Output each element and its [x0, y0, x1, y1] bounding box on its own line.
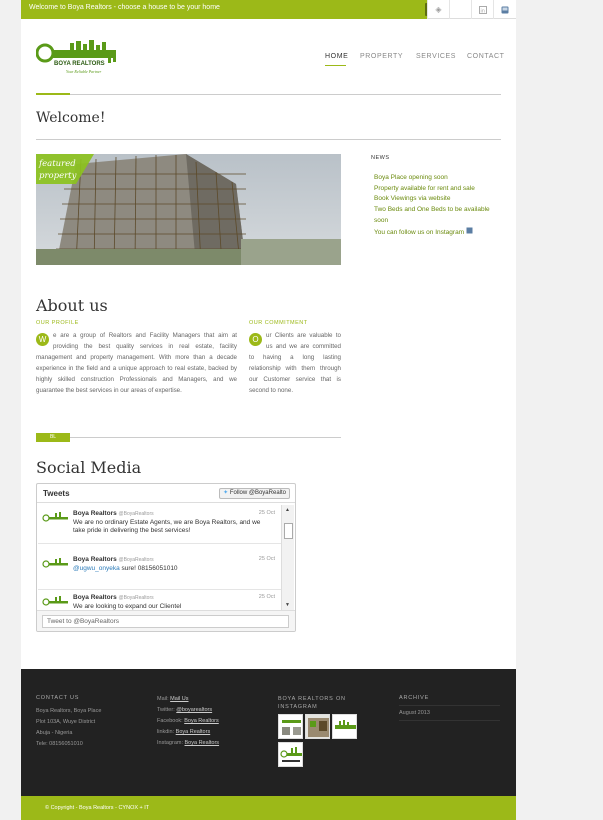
divider	[399, 720, 500, 721]
news-item: Book Viewings via website	[374, 195, 451, 203]
archive-heading: ARCHIVE	[399, 695, 430, 701]
twitter-widget: Tweets ✦ Follow @BoyaRealto Boya Realtor…	[36, 483, 296, 632]
divider	[70, 437, 341, 438]
tweet[interactable]: Boya Realtors @BoyaRealtors 25 Oct We ar…	[38, 505, 281, 544]
mail-link[interactable]: Mail Us	[170, 696, 188, 702]
page-title: Welcome!	[36, 110, 106, 126]
instagram-icon[interactable]	[493, 0, 515, 19]
dropcap: W	[36, 333, 49, 346]
archive-item[interactable]: August 2013	[399, 708, 430, 719]
divider-accent	[36, 93, 70, 95]
news-item: Property available for rent and sale	[374, 184, 475, 192]
linkedin-icon[interactable]: in	[471, 0, 493, 19]
profile-text: We are a group of Realtors and Facility …	[36, 332, 237, 394]
tweet[interactable]: Boya Realtors @BoyaRealtors 25 Oct @ugwu…	[38, 551, 281, 590]
news-item: Boya Place opening soon	[374, 174, 448, 181]
logo-tagline: Your Reliable Partner	[66, 69, 102, 74]
archive-list: August 2013	[399, 708, 430, 719]
site-logo[interactable]: BOYA REALTORS Your Reliable Partner	[35, 40, 118, 78]
divider	[399, 705, 500, 706]
scroll-down-icon: ▼	[285, 602, 290, 608]
instagram-thumbnail[interactable]	[305, 714, 330, 739]
widget-header: Tweets ✦ Follow @BoyaRealto	[37, 484, 295, 503]
scroll-up-icon: ▲	[285, 507, 290, 513]
twitter-link[interactable]: @boyarealtors	[176, 707, 212, 713]
nav-services[interactable]: SERVICES	[416, 53, 456, 60]
nav-property[interactable]: PROPERTY	[360, 53, 403, 60]
instagram-thumbnail[interactable]	[332, 714, 357, 739]
avatar	[42, 557, 70, 573]
widget-title: Tweets	[43, 489, 70, 498]
tweet-input[interactable]: Tweet to @BoyaRealtors	[42, 615, 289, 628]
welcome-text: Welcome to Boya Realtors - choose a hous…	[29, 4, 220, 11]
news-item: You can follow us on Instagram	[374, 227, 494, 239]
twitter-bird-icon: ✦	[223, 490, 229, 496]
avatar	[42, 595, 70, 611]
social-heading: Social Media	[36, 458, 142, 477]
instagram-link[interactable]: Boya Realtors	[185, 740, 220, 746]
credit-link[interactable]: CYNOX + IT	[118, 805, 149, 811]
section-tag: BL	[36, 433, 70, 442]
tag-icon[interactable]: ◈	[427, 0, 449, 19]
svg-text:in: in	[480, 8, 484, 14]
scroll-thumb[interactable]	[284, 523, 293, 539]
avatar	[42, 511, 70, 527]
logo-name: BOYA REALTORS	[54, 61, 105, 67]
commitment-text: Our Clients are valuable to us and we ar…	[249, 332, 341, 394]
divider	[36, 94, 501, 95]
dropcap: O	[249, 333, 262, 346]
news-list: Boya Place opening soon Property availab…	[374, 173, 494, 238]
nav-contact[interactable]: CONTACT	[467, 53, 505, 60]
contact-info: Boya Realtors, Boya Place Plot 103A, Wuy…	[36, 708, 102, 747]
twitter-icon[interactable]	[449, 0, 471, 19]
instagram-thumbnail[interactable]	[278, 742, 303, 767]
social-icons-bar: ◈ in	[427, 0, 516, 19]
widget-scrollbar[interactable]: ▲ ▼	[281, 505, 294, 610]
follow-button[interactable]: ✦ Follow @BoyaRealto	[219, 488, 290, 499]
widget-footer: Tweet to @BoyaRealtors	[37, 610, 295, 631]
site-link[interactable]: Boya Realtors	[79, 805, 114, 811]
instagram-thumbnail[interactable]	[278, 714, 303, 739]
news-heading: NEWS	[371, 155, 390, 161]
about-heading: About us	[36, 296, 108, 315]
copyright-text: © Copyright - Boya Realtors - CYNOX + IT	[45, 805, 150, 811]
news-item: Two Beds and One Beds to be available so…	[374, 206, 490, 224]
nav-active-underline	[325, 65, 346, 66]
ribbon-text: featured property	[39, 159, 77, 181]
profile-label: OUR PROFILE	[36, 320, 79, 326]
nav-home[interactable]: HOME	[325, 53, 348, 60]
footer-links: Mail: Mail Us Twitter: @boyarealtors Fac…	[157, 696, 220, 746]
commitment-label: OUR COMMITMENT	[249, 320, 308, 326]
instagram-icon[interactable]	[466, 227, 473, 236]
facebook-link[interactable]: Boya Realtors	[184, 718, 219, 724]
instagram-heading: BOYA REALTORS ON INSTAGRAM	[278, 696, 346, 710]
divider	[36, 139, 501, 140]
copyright-bar: © Copyright - Boya Realtors - CYNOX + IT	[21, 796, 516, 820]
contact-heading: CONTACT US	[36, 695, 80, 701]
linkedin-link[interactable]: Boya Realtors	[176, 729, 211, 735]
